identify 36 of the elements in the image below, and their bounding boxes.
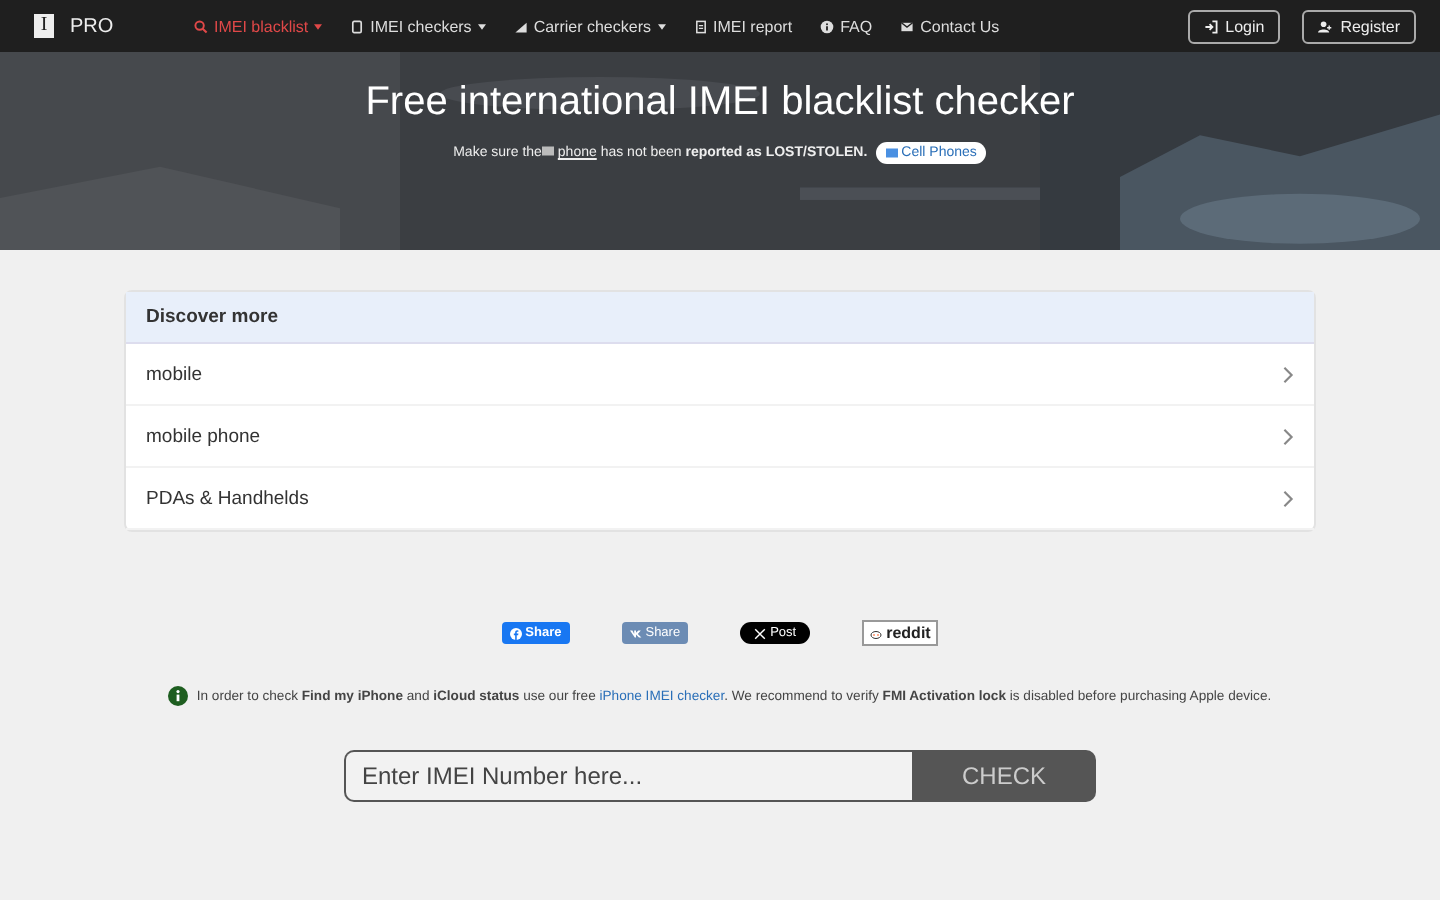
info-icon [820,19,835,33]
phone-icon [885,148,898,158]
vk-icon [629,627,642,639]
nav-link[interactable]: IMEI report [693,17,793,35]
login-icon [1203,19,1218,33]
reddit-button[interactable]: reddit [862,620,939,646]
alien-icon [870,627,883,639]
imei-input[interactable]: Enter IMEI Number here... [344,750,912,802]
signal-icon [513,19,528,33]
facebook-icon [509,627,522,639]
hero-title: Free international IMEI blacklist checker [365,80,1075,126]
list-item[interactable]: mobile phone [126,406,1314,468]
nav-link[interactable]: IMEI blacklist [194,17,323,35]
chevron-icon [1282,365,1294,383]
chevron-icon [1282,427,1294,445]
image-icon [541,146,554,156]
chevron-icon [1282,489,1294,507]
search-icon [194,19,208,33]
phone-icon [350,19,365,33]
card-header: Discover more [126,292,1314,344]
list-item[interactable]: PDAs & Handhelds [126,468,1314,530]
nav-link[interactable]: IMEI checkers [350,17,486,35]
register-button[interactable]: Register [1302,9,1416,43]
list-item[interactable]: mobile [126,344,1314,406]
nav-link[interactable]: Contact Us [900,17,1000,35]
check-button[interactable]: CHECK [912,750,1096,802]
brand-name[interactable]: PRO [70,15,114,37]
mail-icon [900,19,915,33]
logo[interactable]: I [34,14,54,38]
login-button[interactable]: Login [1187,9,1281,43]
user-icon [1318,19,1333,33]
info-icon [168,686,189,706]
x-icon [754,627,767,639]
nav-link[interactable]: Carrier checkers [513,17,665,35]
nav-link[interactable]: FAQ [820,17,873,35]
document-icon [693,19,707,33]
